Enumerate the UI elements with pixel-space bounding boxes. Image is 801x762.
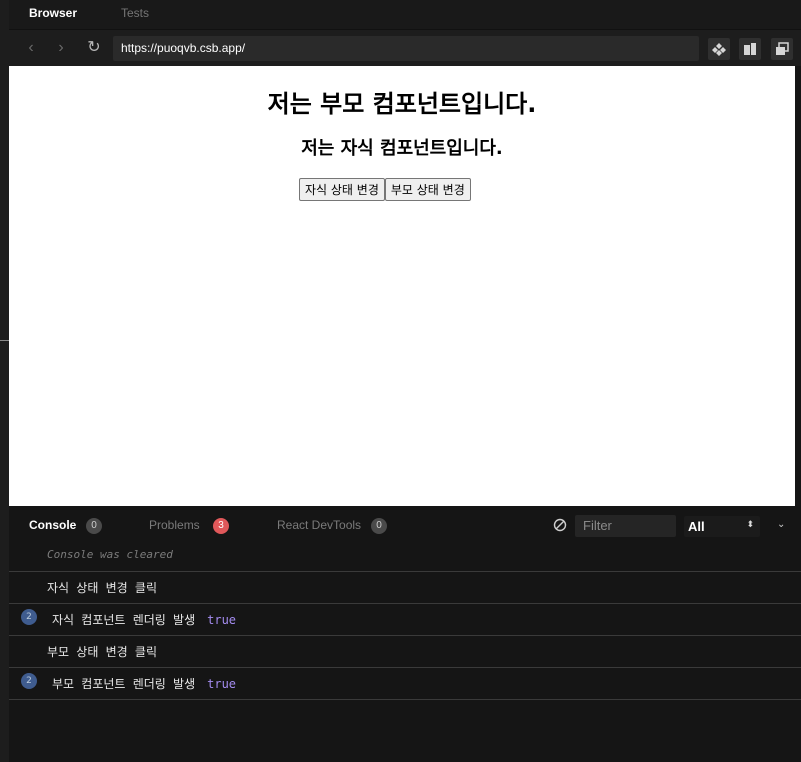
change-parent-state-button[interactable]: 부모 상태 변경 <box>384 178 471 201</box>
console-entry: 부모 상태 변경 클릭 <box>9 636 801 668</box>
console-message-text: 자식 컴포넌트 렌더링 발생 <box>52 613 196 627</box>
address-bar: ‹ › ↻ https://puoqvb.csb.app/ <box>9 30 801 66</box>
change-child-state-button[interactable]: 자식 상태 변경 <box>299 178 385 201</box>
diamond-grid-icon <box>712 43 726 56</box>
console-message: 부모 컴포넌트 렌더링 발생 true <box>52 675 236 692</box>
split-view-icon <box>744 43 756 55</box>
console-value: true <box>207 677 237 691</box>
reload-icon[interactable]: ↻ <box>84 38 104 58</box>
console-entry: 2 자식 컴포넌트 렌더링 발생 true <box>9 604 801 636</box>
console-value: true <box>207 613 237 627</box>
back-icon[interactable]: ‹ <box>21 38 41 58</box>
log-level-select[interactable]: All ⬍ <box>684 516 760 537</box>
console-entry: Console was cleared <box>9 540 801 572</box>
open-in-codesandbox-button[interactable] <box>708 38 730 60</box>
console-message: 자식 컴포넌트 렌더링 발생 true <box>52 611 236 628</box>
devtools-tab-bar: Console 0 Problems 3 React DevTools 0 Fi… <box>9 512 801 540</box>
repeat-count-badge: 2 <box>21 609 37 625</box>
chevron-down-icon[interactable]: ⌄ <box>777 519 785 530</box>
url-text: https://puoqvb.csb.app/ <box>121 41 246 55</box>
console-count-badge: 0 <box>86 518 102 534</box>
tab-react-devtools[interactable]: React DevTools <box>277 518 361 532</box>
console-message: Console was cleared <box>47 548 173 561</box>
console-message-text: 부모 컴포넌트 렌더링 발생 <box>52 677 196 691</box>
preview-tab-bar: Browser Tests <box>9 0 801 30</box>
tab-console[interactable]: Console <box>29 518 76 532</box>
button-group: 자식 상태 변경 부모 상태 변경 <box>299 178 471 201</box>
console-message: 부모 상태 변경 클릭 <box>47 645 157 659</box>
resize-handle[interactable] <box>0 340 9 341</box>
console-entry: 자식 상태 변경 클릭 <box>9 572 801 604</box>
tab-tests[interactable]: Tests <box>121 6 149 20</box>
url-input[interactable]: https://puoqvb.csb.app/ <box>113 36 699 61</box>
repeat-count-badge: 2 <box>21 673 37 689</box>
parent-heading: 저는 부모 컴포넌트입니다. <box>267 90 537 118</box>
browser-viewport: 저는 부모 컴포넌트입니다. 저는 자식 컴포넌트입니다. 자식 상태 변경 부… <box>9 66 795 506</box>
open-new-window-button[interactable] <box>771 38 793 60</box>
forward-icon[interactable]: › <box>51 38 71 58</box>
filter-placeholder: Filter <box>583 518 612 533</box>
console-log-list: Console was cleared 자식 상태 변경 클릭 2 자식 컴포넌… <box>9 540 801 762</box>
console-message: 자식 상태 변경 클릭 <box>47 581 157 595</box>
split-view-button[interactable] <box>739 38 761 60</box>
console-entry: 2 부모 컴포넌트 렌더링 발생 true <box>9 668 801 700</box>
child-heading: 저는 자식 컴포넌트입니다. <box>301 138 503 159</box>
problems-count-badge: 3 <box>213 518 229 534</box>
devtools-count-badge: 0 <box>371 518 387 534</box>
new-window-icon <box>776 42 789 55</box>
left-panel-edge <box>0 0 9 762</box>
clear-console-icon[interactable] <box>553 518 567 532</box>
log-level-value: All <box>688 519 705 534</box>
tab-browser[interactable]: Browser <box>29 6 77 20</box>
filter-input[interactable]: Filter <box>575 515 676 537</box>
tab-problems[interactable]: Problems <box>149 518 200 532</box>
select-arrows-icon: ⬍ <box>746 519 754 529</box>
